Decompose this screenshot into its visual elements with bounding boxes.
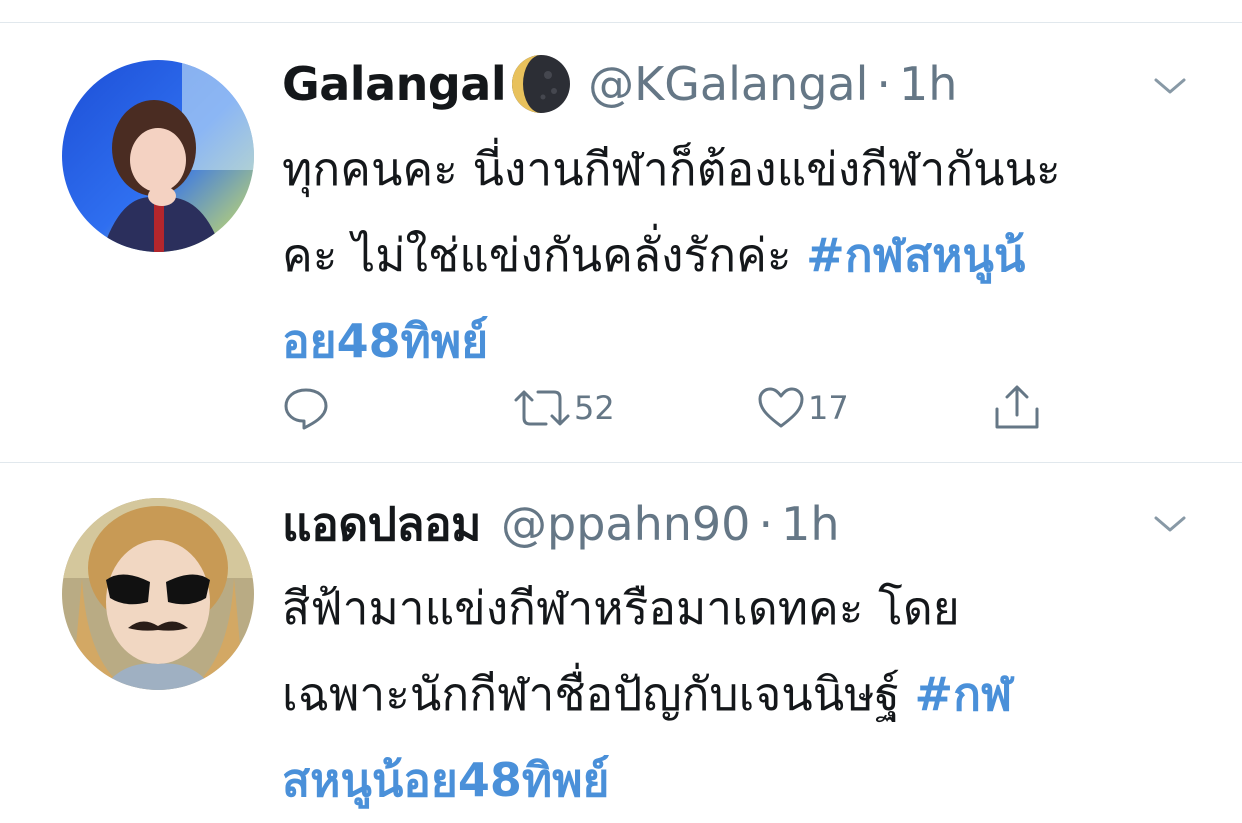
separator-dot: · xyxy=(876,57,892,111)
hashtag-link[interactable]: #กฬสหนูน้ xyxy=(806,228,1025,282)
avatar[interactable] xyxy=(62,60,254,252)
tweet-actions: 52 17 xyxy=(282,378,1182,438)
retweet-icon xyxy=(514,390,570,426)
retweet-count: 52 xyxy=(574,389,615,427)
like-count: 17 xyxy=(808,389,849,427)
hashtag-link[interactable]: #กฬ xyxy=(915,667,1013,721)
hashtag-link[interactable]: สหนูน้อย48ทิพย์ xyxy=(282,737,1202,823)
tweet-text: ทุกคนคะ นี่งานกีฬาก็ต้องแข่งกีฬากันนะ คะ… xyxy=(282,126,1202,384)
share-button[interactable] xyxy=(992,378,1042,438)
share-icon xyxy=(995,385,1039,429)
chevron-down-icon[interactable] xyxy=(1150,508,1190,538)
tweet-text-line: เฉพาะนักกีฬาชื่อปัญกับเจนนิษฐ์ #กฬ xyxy=(282,651,1202,737)
top-divider xyxy=(0,22,1242,23)
reply-icon xyxy=(284,388,328,430)
display-name[interactable]: แอดปลอม xyxy=(282,488,482,561)
separator-dot: · xyxy=(758,497,774,551)
user-handle[interactable]: @KGalangal xyxy=(588,57,868,111)
avatar-image xyxy=(62,498,254,690)
timestamp[interactable]: 1h xyxy=(899,57,957,111)
avatar-image xyxy=(62,60,254,252)
tweet-text-segment: คะ ไม่ใช่แข่งกันคลั่งรักค่ะ xyxy=(282,228,807,282)
like-button[interactable]: 17 xyxy=(756,378,849,438)
tweet-divider xyxy=(0,462,1242,463)
moon-icon xyxy=(510,53,572,115)
tweet-header: Galangal @KGalangal · 1h xyxy=(282,54,957,114)
hashtag-link[interactable]: อย48ทิพย์ xyxy=(282,298,1202,384)
reply-button[interactable] xyxy=(282,378,330,438)
retweet-button[interactable]: 52 xyxy=(512,378,615,438)
chevron-down-icon[interactable] xyxy=(1150,70,1190,100)
tweet-text-line: คะ ไม่ใช่แข่งกันคลั่งรักค่ะ #กฬสหนูน้ xyxy=(282,212,1202,298)
display-name[interactable]: Galangal xyxy=(282,57,507,111)
tweet-text-segment: เฉพาะนักกีฬาชื่อปัญกับเจนนิษฐ์ xyxy=(282,667,915,721)
avatar[interactable] xyxy=(62,498,254,690)
tweet-header: แอดปลอม @ppahn90 · 1h xyxy=(282,494,839,554)
heart-icon xyxy=(758,387,804,428)
tweet-text: สีฟ้ามาแข่งกีฬาหรือมาเดทคะ โดย เฉพาะนักก… xyxy=(282,565,1202,823)
tweet-text-line: ทุกคนคะ นี่งานกีฬาก็ต้องแข่งกีฬากันนะ xyxy=(282,142,1061,196)
tweet-text-line: สีฟ้ามาแข่งกีฬาหรือมาเดทคะ โดย xyxy=(282,581,960,635)
user-handle[interactable]: @ppahn90 xyxy=(501,497,750,551)
timestamp[interactable]: 1h xyxy=(781,497,839,551)
